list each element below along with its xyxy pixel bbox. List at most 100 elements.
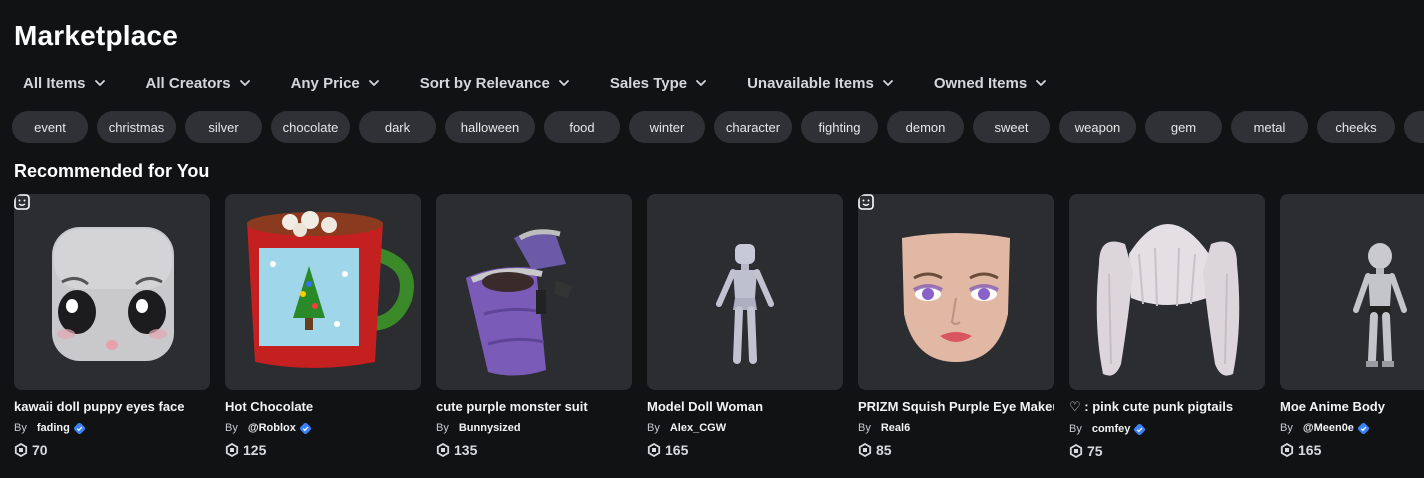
item-thumbnail[interactable] [1280,194,1424,390]
creator-name[interactable]: @Meen0e [1303,422,1354,434]
item-name[interactable]: PRIZM Squish Purple Eye Makeup [858,399,1054,414]
filter-any-price[interactable]: Any Price [291,75,380,92]
tag-chip[interactable]: chocolate [271,111,350,143]
filter-sort[interactable]: Sort by Relevance [420,75,570,92]
creator-name[interactable]: Real6 [881,422,910,434]
robux-icon [436,443,450,457]
filter-label: All Creators [145,74,231,92]
item-creator: By Bunnysized [436,422,632,434]
creator-name[interactable]: Alex_CGW [670,422,726,434]
item-creator: By fading [14,422,210,434]
creator-name[interactable]: @Roblox [248,422,296,434]
item-card[interactable]: ♡ : pink cute punk pigtails By comfey 75 [1069,194,1265,459]
filter-unavailable-items[interactable]: Unavailable Items [747,75,894,92]
item-price: 125 [225,442,421,458]
item-price: 75 [1069,443,1265,459]
robux-icon [14,443,28,457]
filter-owned-items[interactable]: Owned Items [934,75,1047,92]
item-name[interactable]: ♡ : pink cute punk pigtails [1069,399,1265,415]
item-name[interactable]: Hot Chocolate [225,399,421,414]
tag-chip[interactable]: demon [887,111,964,143]
chevron-down-icon [558,80,569,86]
chevron-down-icon [239,80,250,86]
item-thumbnail[interactable] [647,194,843,390]
item-thumbnail[interactable] [436,194,632,390]
chevron-down-icon [1036,80,1047,86]
tag-chip[interactable]: dark [359,111,436,143]
doll-body-image [716,244,774,364]
filter-all-items[interactable]: All Items [23,75,106,92]
item-name[interactable]: Moe Anime Body [1280,399,1424,414]
purple-monster-suit-image [466,229,572,376]
robux-icon [647,443,661,457]
item-thumbnail[interactable] [858,194,1054,390]
item-creator: By Real6 [858,422,1054,434]
pigtails-hair-image [1096,224,1240,376]
by-label: By [436,422,449,434]
chevron-down-icon [696,80,706,86]
item-thumbnail[interactable] [1069,194,1265,390]
by-label: By [225,422,238,434]
dynamic-face-icon [858,194,874,210]
tag-chip[interactable]: character [714,111,792,143]
filter-label: Any Price [290,74,360,92]
tag-chip[interactable]: winter [629,111,705,143]
robux-icon [1069,444,1083,458]
item-creator: By @Roblox [225,422,421,434]
item-price: 85 [858,442,1054,458]
filter-label: Sort by Relevance [419,74,550,92]
tag-chip[interactable]: cheeks [1317,111,1395,143]
filter-label: All Items [23,74,86,92]
price-value: 165 [665,442,689,458]
filter-sales-type[interactable]: Sales Type [610,75,707,92]
tag-chip[interactable]: fighting [801,111,878,143]
tag-chip[interactable]: sweet [973,111,1050,143]
item-card[interactable]: Model Doll Woman By Alex_CGW 165 [647,194,843,459]
by-label: By [14,422,27,434]
page-title: Marketplace [14,20,179,51]
item-name[interactable]: kawaii doll puppy eyes face [14,399,210,414]
tag-chip[interactable]: christmas [97,111,176,143]
item-name[interactable]: cute purple monster suit [436,399,632,414]
tag-chip[interactable]: silver [185,111,262,143]
item-card[interactable]: kawaii doll puppy eyes face By fading 70 [14,194,210,459]
by-label: By [858,422,871,434]
tag-chip[interactable]: event [12,111,88,143]
item-creator: By @Meen0e [1280,422,1424,434]
item-card[interactable]: PRIZM Squish Purple Eye Makeup By Real6 … [858,194,1054,459]
creator-name[interactable]: Bunnysized [459,422,521,434]
price-value: 135 [454,442,478,458]
price-value: 85 [876,442,892,458]
robux-icon [858,443,872,457]
item-thumbnail[interactable] [225,194,421,390]
section-title: Recommended for You [14,161,210,181]
item-creator: By comfey [1069,423,1265,435]
chevron-down-icon [882,80,893,86]
hot-chocolate-mug-image [247,211,414,368]
verified-badge-icon [73,422,85,434]
filter-all-creators[interactable]: All Creators [146,75,251,92]
doll-face-image [52,227,174,361]
creator-name[interactable]: fading [37,422,70,434]
tag-chip[interactable]: weapon [1059,111,1136,143]
by-label: By [647,422,660,434]
tag-chip[interactable]: gem [1145,111,1222,143]
price-value: 165 [1298,442,1322,458]
creator-name[interactable]: comfey [1092,423,1131,435]
makeup-face-image [902,233,1010,362]
item-card[interactable]: cute purple monster suit By Bunnysized 1… [436,194,632,459]
chevron-down-icon [94,80,105,86]
item-price: 165 [647,442,843,458]
verified-badge-icon [1357,422,1369,434]
item-card[interactable]: Moe Anime Body By @Meen0e 165 [1280,194,1424,459]
filter-label: Owned Items [933,74,1028,92]
item-name[interactable]: Model Doll Woman [647,399,843,414]
item-price: 165 [1280,442,1424,458]
filter-label: Unavailable Items [747,74,874,92]
tag-chip[interactable]: halloween [445,111,535,143]
tag-chip[interactable]: food [544,111,620,143]
tag-chip[interactable]: c [1404,111,1424,143]
item-card[interactable]: Hot Chocolate By @Roblox 125 [225,194,421,459]
item-thumbnail[interactable] [14,194,210,390]
tag-chip[interactable]: metal [1231,111,1308,143]
